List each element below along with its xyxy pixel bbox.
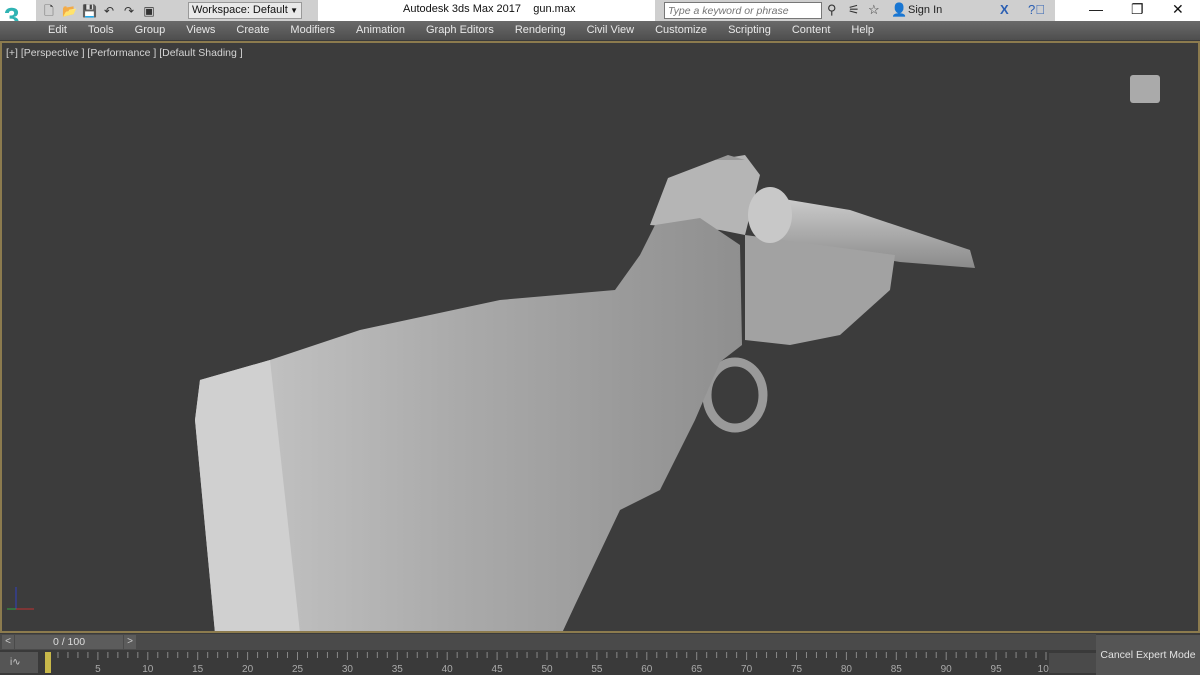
close-icon[interactable]: ✕ [1172,1,1184,18]
cancel-expert-mode-button[interactable]: Cancel Expert Mode [1096,635,1200,675]
timeline-end [1049,653,1096,673]
menu-rendering[interactable]: Rendering [515,21,566,40]
next-frame-button[interactable]: > [124,635,136,649]
exchange-icon[interactable]: X [1000,2,1009,17]
timeline-tick-label: 70 [741,664,753,675]
timeline-tick-label: 90 [941,664,953,675]
menu-graph-editors[interactable]: Graph Editors [426,21,494,40]
menu-customize[interactable]: Customize [655,21,707,40]
gun-model [195,155,975,631]
menu-help[interactable]: Help [851,21,874,40]
menu-views[interactable]: Views [186,21,215,40]
chevron-down-icon: ▼ [290,6,298,15]
timeline-tick-label: 40 [442,664,454,675]
time-slider[interactable]: < 0 / 100 > [0,634,1096,650]
prev-frame-button[interactable]: < [2,635,14,649]
menu-modifiers[interactable]: Modifiers [290,21,335,40]
workspace-label: Workspace: Default [192,4,288,16]
star-icon[interactable]: ☆ [868,2,880,18]
timeline-tick-label: 85 [891,664,903,675]
menu-content[interactable]: Content [792,21,831,40]
timeline-tick-label: 50 [541,664,553,675]
file-name: gun.max [533,3,576,15]
timeline-tick-label: 75 [791,664,803,675]
menu-civil-view[interactable]: Civil View [587,21,634,40]
current-frame-marker[interactable] [45,652,51,673]
help-icon[interactable]: ?⃝ [1028,2,1045,17]
timeline-tick-label: 95 [991,664,1003,675]
timeline-tick-label: 25 [292,664,304,675]
satellite-icon[interactable]: ⚟ [848,2,860,18]
undo-icon[interactable]: ↶ [102,4,116,18]
timeline-tick-label: 65 [691,664,703,675]
timeline-tick-label: 45 [492,664,504,675]
new-file-icon[interactable]: 🗋 [42,4,56,18]
app-title: Autodesk 3ds Max 2017 [403,3,522,15]
menu-bar: Edit Tools Group Views Create Modifiers … [0,21,1200,40]
timeline-track[interactable]: i∿ 5 10 15 20 25 30 35 40 45 50 55 60 65 70 75 80 85 90 95… [0,650,1096,675]
timeline-tick-label: 55 [591,664,603,675]
sign-in-button[interactable]: Sign In [908,4,942,16]
perspective-viewport[interactable]: [+] [Perspective ] [Performance ] [Defau… [0,41,1200,633]
save-icon[interactable]: 💾 [82,4,97,18]
minimize-icon[interactable]: — [1089,1,1103,17]
binoculars-icon[interactable]: ⚲ [827,2,837,18]
timeline-tick-label: 35 [392,664,404,675]
menu-group[interactable]: Group [135,21,166,40]
menu-animation[interactable]: Animation [356,21,405,40]
workspace-dropdown[interactable]: Workspace: Default ▼ [188,2,302,19]
window-title: Autodesk 3ds Max 2017 gun.max [403,3,575,15]
timeline-tick-label: 30 [342,664,354,675]
restore-icon[interactable]: ❐ [1131,1,1144,18]
open-file-icon[interactable]: 📂 [62,4,77,18]
frame-counter[interactable]: 0 / 100 [15,635,123,649]
bolt [748,187,792,243]
user-icon[interactable]: 👤 [891,2,907,18]
axis-tripod-icon [7,587,34,610]
viewcube[interactable] [1130,75,1160,103]
menu-tools[interactable]: Tools [88,21,114,40]
search-input[interactable] [664,2,822,19]
timeline-tick-label: 20 [242,664,254,675]
title-bar: 3 🗋 📂 💾 ↶ ↷ ▣ Workspace: Default ▼ Autode… [0,0,1200,33]
timeline-tick-label: 5 [95,664,101,675]
redo-icon[interactable]: ↷ [122,4,136,18]
timeline-tick-label: 10 [142,664,154,675]
timeline-ticks: 5 10 15 20 25 30 35 40 45 50 55 60 65 70 75 80 85 90 95 100 [45,652,1055,675]
timeline-tick-label: 80 [841,664,853,675]
timeline-tick-label: 60 [641,664,653,675]
menu-create[interactable]: Create [236,21,269,40]
viewport-label[interactable]: [+] [Perspective ] [Performance ] [Defau… [6,47,243,59]
menu-edit[interactable]: Edit [48,21,67,40]
menu-scripting[interactable]: Scripting [728,21,771,40]
timeline-tick-label: 15 [192,664,204,675]
project-folder-icon[interactable]: ▣ [142,4,156,18]
